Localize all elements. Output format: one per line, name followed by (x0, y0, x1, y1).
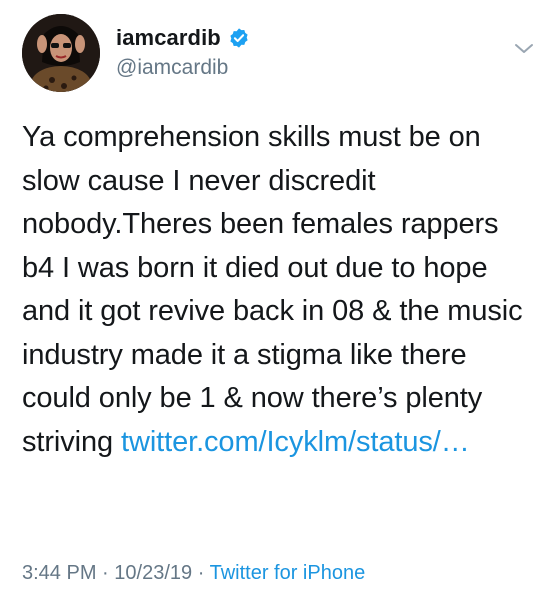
verified-badge-icon (228, 27, 250, 49)
display-name[interactable]: iamcardib (116, 25, 221, 51)
meta-separator: · (197, 562, 205, 584)
tweet-date[interactable]: 10/23/19 (114, 562, 192, 584)
tweet-card: iamcardib @iamcardib Ya comprehension sk… (0, 0, 559, 600)
meta-separator: · (102, 562, 109, 584)
display-name-row: iamcardib (116, 24, 250, 52)
tweet-body: Ya comprehension skills must be on slow … (22, 121, 523, 458)
user-handle[interactable]: @iamcardib (116, 56, 250, 80)
tweet-text: Ya comprehension skills must be on slow … (22, 116, 537, 464)
user-names: iamcardib @iamcardib (116, 24, 250, 80)
tweet-link[interactable]: twitter.com/Icyklm/status/… (121, 426, 470, 458)
tweet-metadata: 3:44 PM · 10/23/19 · Twitter for iPhone (22, 562, 365, 585)
chevron-down-icon[interactable] (510, 34, 538, 62)
tweet-time[interactable]: 3:44 PM (22, 562, 96, 584)
avatar[interactable] (22, 14, 100, 92)
tweet-source[interactable]: Twitter for iPhone (210, 562, 366, 584)
tweet-header: iamcardib @iamcardib (22, 14, 537, 94)
